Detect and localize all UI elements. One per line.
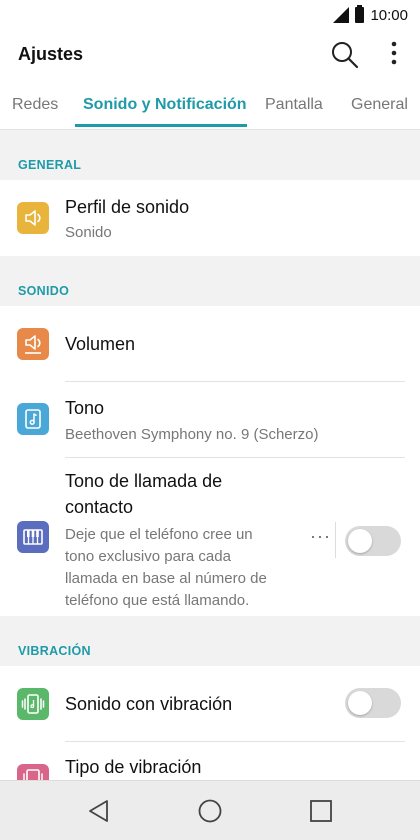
perfil-title: Perfil de sonido (65, 197, 190, 217)
tab-general[interactable]: General (351, 96, 408, 114)
group-sonido: Volumen Tono Beethoven Symphony no. 9 (S… (0, 306, 420, 616)
page-title: Ajustes (18, 44, 84, 64)
row-tono[interactable]: Tono Beethoven Symphony no. 9 (Scherzo) (0, 382, 420, 458)
speaker-icon (17, 202, 49, 234)
piano-icon (17, 521, 49, 553)
tab-redes[interactable]: Redes (12, 96, 58, 114)
active-tab-indicator (75, 124, 247, 127)
tono-contacto-desc-line1: Deje que el teléfono cree un (65, 526, 253, 543)
recent-apps-icon[interactable] (307, 797, 335, 825)
tono-contacto-desc-line2: tono exclusivo para cada (65, 548, 231, 565)
tono-contacto-title-line1: Tono de llamada de (65, 471, 223, 491)
section-header-sonido: SONIDO (18, 284, 70, 298)
tono-contacto-desc-line3: llamada en base al número de (65, 570, 267, 587)
tono-contacto-desc-line4: teléfono que está llamando. (65, 592, 250, 609)
row-perfil-de-sonido[interactable]: Perfil de sonido Sonido (0, 180, 420, 256)
search-icon[interactable] (330, 40, 360, 70)
group-general: Perfil de sonido Sonido (0, 180, 420, 256)
tab-bar: Redes Sonido y Notificación Pantalla Gen… (0, 80, 420, 130)
tab-sonido-notificacion[interactable]: Sonido y Notificación (83, 96, 247, 114)
vertical-separator (335, 522, 336, 558)
signal-icon (333, 7, 350, 23)
section-header-vibracion: VIBRACIÓN (18, 644, 91, 658)
tipo-vibracion-title: Tipo de vibración (65, 757, 202, 777)
tono-subtitle: Beethoven Symphony no. 9 (Scherzo) (65, 426, 319, 443)
app-bar: Ajustes (0, 30, 420, 80)
group-vibracion: Sonido con vibración Tipo de vibración (0, 666, 420, 780)
status-time: 10:00 (370, 6, 408, 24)
row-volumen[interactable]: Volumen (0, 306, 420, 382)
row-sonido-con-vibracion[interactable]: Sonido con vibración (0, 666, 420, 742)
vibrate-icon (17, 688, 49, 720)
volumen-title: Volumen (65, 334, 136, 354)
status-bar: 10:00 (0, 0, 420, 30)
vibration-type-icon (17, 764, 49, 780)
tono-contacto-toggle[interactable] (345, 526, 401, 556)
tono-contacto-title-line2: contacto (65, 497, 134, 517)
home-icon[interactable] (196, 797, 224, 825)
navigation-bar (0, 780, 420, 840)
back-icon[interactable] (85, 797, 113, 825)
volume-icon (17, 328, 49, 360)
battery-icon (355, 5, 365, 23)
section-header-general: GENERAL (18, 158, 82, 172)
music-note-icon (17, 403, 49, 435)
sonido-vibracion-toggle[interactable] (345, 688, 401, 718)
more-dots-icon[interactable]: ··· (310, 526, 331, 547)
tono-title: Tono (65, 398, 105, 418)
tab-pantalla[interactable]: Pantalla (265, 96, 323, 114)
perfil-subtitle: Sonido (65, 224, 112, 241)
more-options-icon[interactable] (384, 40, 404, 70)
row-tono-llamada-contacto[interactable]: Tono de llamada de contacto Deje que el … (0, 458, 420, 616)
sonido-vibracion-title: Sonido con vibración (65, 694, 233, 714)
row-tipo-de-vibracion[interactable]: Tipo de vibración (0, 742, 420, 780)
